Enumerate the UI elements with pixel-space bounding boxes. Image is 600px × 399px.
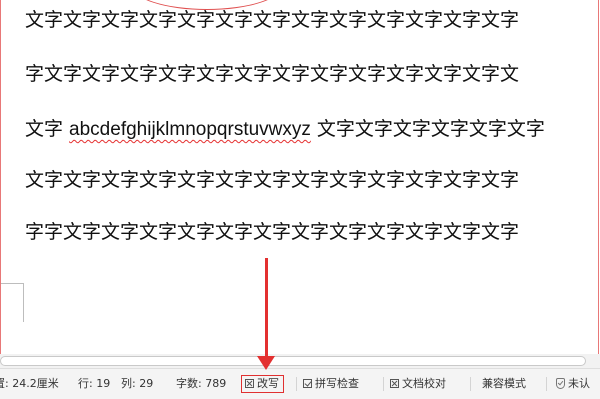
status-column[interactable]: 列: 29 <box>121 377 153 391</box>
text-line: 字文字文字文字文字文字文字文字文字文字文字文字文字文 <box>25 63 520 85</box>
text-line: 文字 abcdefghijklmnopqrstuvwxyz 文字文字文字文字文字… <box>25 117 598 142</box>
proofread-button[interactable]: 文档校对 <box>390 377 446 391</box>
spell-error-text: abcdefghijklmnopqrstuvwxyz <box>69 119 311 140</box>
annotation-arrow-shaft <box>265 258 268 358</box>
close-box-icon <box>245 379 254 388</box>
text-line: 字字文字文字文字文字文字文字文字文字文字文字文字文字 <box>25 221 520 243</box>
text-line: 文字文字文字文字文字文字文字文字文字文字文字文字文字 <box>25 9 520 31</box>
compat-mode-indicator[interactable]: 兼容模式 <box>482 377 526 391</box>
status-line[interactable]: 行: 19 <box>78 377 110 391</box>
status-divider <box>546 377 547 391</box>
check-box-icon <box>303 379 312 388</box>
status-page-position[interactable]: 置: 24.2厘米 <box>0 377 59 391</box>
spell-check-label: 拼写检查 <box>315 377 359 390</box>
status-divider <box>470 377 471 391</box>
auth-status-label: 未认 <box>568 377 590 390</box>
horizontal-scrollbar[interactable] <box>0 354 600 368</box>
close-box-icon <box>390 379 399 388</box>
document-page[interactable]: 文字文字文字文字文字文字文字文字文字文字文字文字文字 字文字文字文字文字文字文字… <box>0 0 599 354</box>
text-segment: 文字 <box>25 118 70 140</box>
status-divider <box>296 377 297 391</box>
text-line: 文字文字文字文字文字文字文字文字文字文字文字文字文字 <box>25 169 520 191</box>
revise-mode-label: 改写 <box>257 377 279 390</box>
proofread-label: 文档校对 <box>402 377 446 390</box>
revise-mode-button[interactable]: 改写 <box>241 375 284 393</box>
spell-check-button[interactable]: 拼写检查 <box>303 377 359 391</box>
arrow-down-icon <box>257 356 275 370</box>
text-segment: 文字文字文字文字文字文字 <box>310 118 545 140</box>
status-bar: 置: 24.2厘米 行: 19 列: 29 字数: 789 改写 拼写检查 文档… <box>0 368 600 399</box>
page-margin-marker <box>1 283 24 322</box>
status-divider <box>383 377 384 391</box>
auth-status-button[interactable]: 未认 <box>556 377 590 391</box>
scrollbar-thumb[interactable] <box>0 356 586 366</box>
shield-icon <box>556 378 565 389</box>
status-word-count[interactable]: 字数: 789 <box>176 377 226 391</box>
